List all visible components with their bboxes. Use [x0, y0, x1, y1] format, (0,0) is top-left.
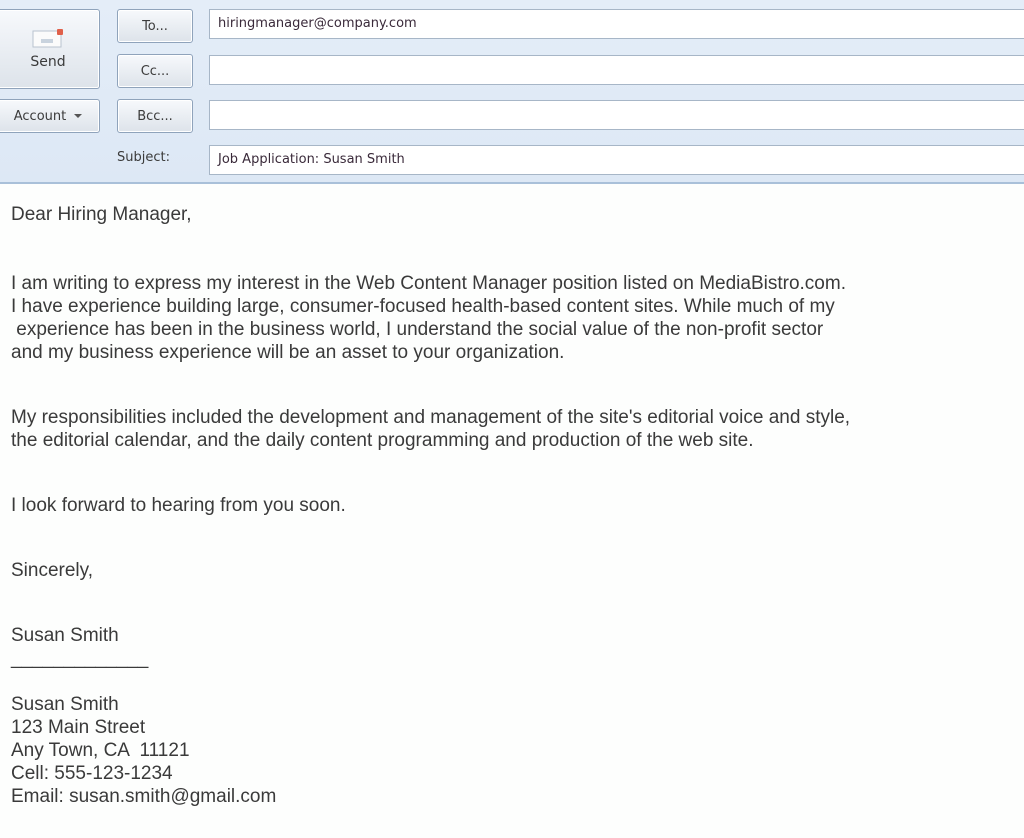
sign-off: Sincerely,	[11, 560, 94, 581]
to-field[interactable]: hiringmanager@company.com	[209, 9, 1024, 39]
signature-name: Susan Smith	[11, 625, 119, 646]
greeting: Dear Hiring Manager,	[11, 204, 192, 225]
send-label: Send	[30, 54, 66, 70]
to-button[interactable]: To...	[117, 9, 193, 43]
contact-name: Susan Smith	[11, 694, 119, 715]
paragraph1-line: I am writing to express my interest in t…	[11, 273, 846, 294]
paragraph1-line: and my business experience will be an as…	[11, 342, 565, 363]
envelope-icon	[32, 28, 64, 48]
account-button[interactable]: Account	[0, 99, 100, 133]
paragraph2-line: My responsibilities included the develop…	[11, 407, 851, 428]
contact-city: Any Town, CA 11121	[11, 740, 190, 761]
contact-email: Email: susan.smith@gmail.com	[11, 786, 277, 807]
account-label: Account	[13, 108, 67, 124]
compose-header: Send Account To... Cc... Bcc... Subject:…	[0, 0, 1024, 184]
cc-button[interactable]: Cc...	[117, 54, 193, 88]
chevron-down-icon	[74, 114, 83, 118]
bcc-button[interactable]: Bcc...	[117, 99, 193, 133]
send-button[interactable]: Send	[0, 9, 100, 89]
paragraph1-line: I have experience building large, consum…	[11, 296, 835, 317]
signature-rule: _____________	[11, 648, 149, 669]
subject-label: Subject:	[117, 150, 170, 165]
subject-field[interactable]: Job Application: Susan Smith	[209, 145, 1024, 175]
bcc-field[interactable]	[209, 100, 1024, 130]
contact-cell: Cell: 555-123-1234	[11, 763, 173, 784]
closing-line: I look forward to hearing from you soon.	[11, 495, 346, 516]
contact-street: 123 Main Street	[11, 717, 146, 738]
paragraph1-line: experience has been in the business worl…	[11, 319, 824, 340]
message-body[interactable]: Dear Hiring Manager, I am writing to exp…	[11, 203, 1021, 808]
cc-field[interactable]	[209, 55, 1024, 85]
paragraph2-line: the editorial calendar, and the daily co…	[11, 430, 754, 451]
